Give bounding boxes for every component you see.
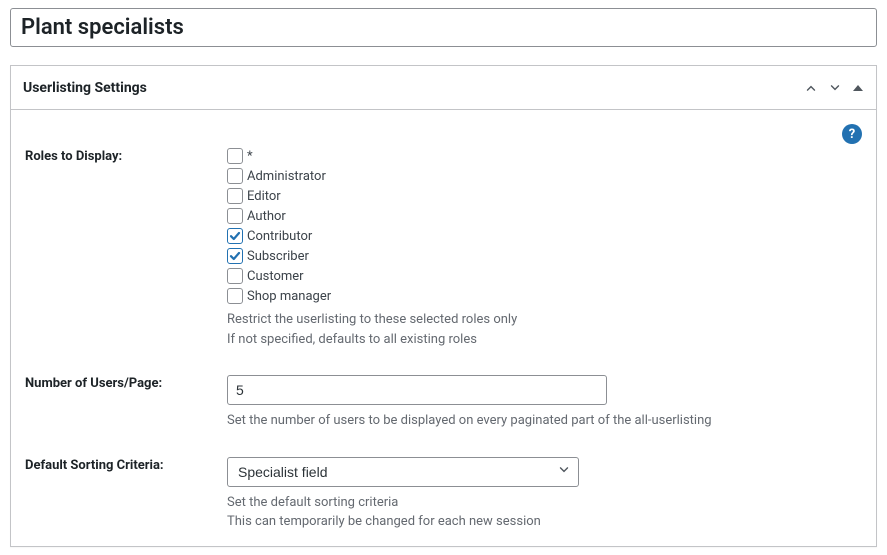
users-per-page-desc: Set the number of users to be displayed … [227,411,862,431]
role-option-label: Shop manager [247,289,331,304]
role-checkbox[interactable] [227,228,243,244]
collapse-caret-icon[interactable] [852,82,864,94]
sorting-row: Default Sorting Criteria: Specialist fie… [25,457,862,532]
users-per-page-body: Set the number of users to be displayed … [227,375,862,431]
role-checkbox[interactable] [227,248,243,264]
role-checkbox[interactable] [227,188,243,204]
role-checkbox[interactable] [227,148,243,164]
role-option-label: Author [247,209,286,224]
sorting-label: Default Sorting Criteria: [25,457,227,473]
roles-body: * Administrator Editor Author Contributor Sub… [227,148,862,349]
chevron-down-icon[interactable] [828,81,842,95]
help-icon[interactable]: ? [842,124,862,144]
role-option: Subscriber [227,248,862,264]
role-option: Editor [227,188,862,204]
role-option-label: * [247,149,253,164]
sorting-desc: Set the default sorting criteria This ca… [227,493,862,532]
role-option-label: Subscriber [247,249,309,264]
panel-header: Userlisting Settings [11,66,876,110]
users-per-page-row: Number of Users/Page: Set the number of … [25,375,862,431]
sorting-desc-line1: Set the default sorting criteria [227,493,862,513]
role-option-label: Administrator [247,169,326,184]
users-per-page-input[interactable] [227,375,607,405]
users-per-page-label: Number of Users/Page: [25,375,227,391]
role-checkbox[interactable] [227,168,243,184]
role-option: Customer [227,268,862,284]
page-title-box: Plant specialists [10,8,877,47]
roles-desc-line1: Restrict the userlisting to these select… [227,310,862,330]
roles-label: Roles to Display: [25,148,227,164]
panel-handle-actions [804,81,864,95]
role-option: Shop manager [227,288,862,304]
sorting-desc-line2: This can temporarily be changed for each… [227,512,862,532]
role-option: Author [227,208,862,224]
role-option-label: Contributor [247,229,312,244]
role-option: Administrator [227,168,862,184]
page-title: Plant specialists [21,15,184,40]
help-row: ? [11,110,876,144]
help-glyph: ? [849,127,855,142]
role-option-label: Customer [247,269,304,284]
panel-body: Roles to Display: * Administrator Editor Au… [11,144,876,546]
role-checkbox[interactable] [227,288,243,304]
panel-heading: Userlisting Settings [23,80,147,96]
roles-row: Roles to Display: * Administrator Editor Au… [25,148,862,349]
sorting-select[interactable]: Specialist field [227,457,579,487]
role-option: Contributor [227,228,862,244]
role-checkbox[interactable] [227,208,243,224]
role-option: * [227,148,862,164]
sorting-select-wrap: Specialist field [227,457,579,487]
sorting-body: Specialist field Set the default sorting… [227,457,862,532]
role-checkbox[interactable] [227,268,243,284]
userlisting-settings-panel: Userlisting Settings ? Roles to Display:… [10,65,877,547]
roles-desc-line2: If not specified, defaults to all existi… [227,330,862,350]
chevron-up-icon[interactable] [804,81,818,95]
roles-desc: Restrict the userlisting to these select… [227,310,862,349]
roles-list: * Administrator Editor Author Contributor Sub… [227,148,862,304]
role-option-label: Editor [247,189,281,204]
